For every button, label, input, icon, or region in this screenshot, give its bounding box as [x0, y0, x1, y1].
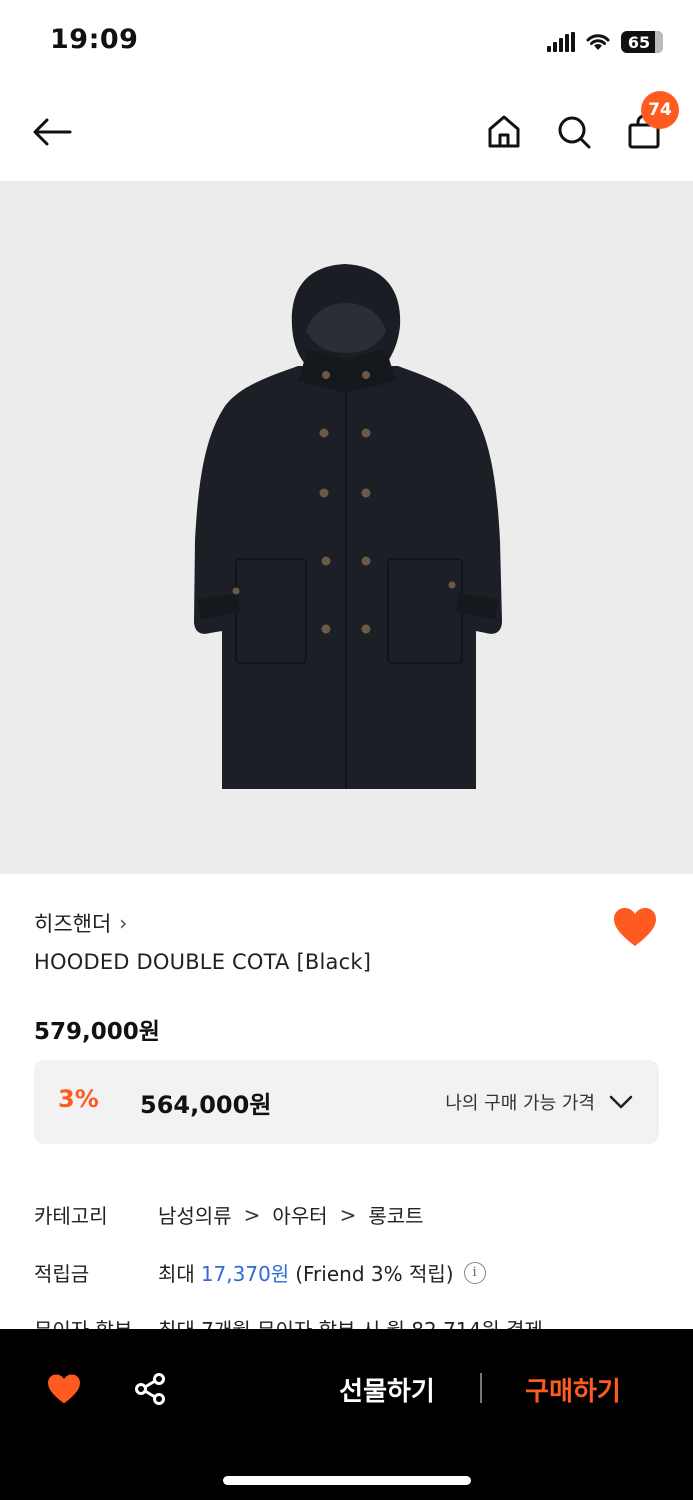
home-button[interactable] [482, 110, 526, 154]
cart-count-badge: 74 [641, 91, 679, 129]
chevron-down-icon [609, 1095, 633, 1109]
points-label: 적립금 [34, 1262, 90, 1286]
battery-icon: 65 [621, 31, 663, 53]
status-bar: 19:09 65 [0, 0, 693, 84]
status-time: 19:09 [50, 24, 139, 55]
points-prefix: 최대 [158, 1262, 195, 1286]
category-separator: > [243, 1202, 261, 1227]
brand-link[interactable]: 히즈핸더 › [34, 908, 127, 938]
discount-rate: 3% [58, 1085, 99, 1113]
points-row: 적립금 최대 17,370원 (Friend 3% 적립) i [34, 1258, 674, 1298]
my-price-label: 나의 구매 가능 가격 [445, 1093, 595, 1114]
top-nav-bar [0, 84, 693, 180]
category-label: 카테고리 [34, 1204, 108, 1228]
coat-image [194, 264, 502, 789]
list-price: 579,000원 [34, 1019, 160, 1045]
brand-name: 히즈핸더 [34, 912, 112, 936]
buy-button[interactable]: 구매하기 [500, 1367, 646, 1411]
bottom-like-button[interactable] [40, 1365, 88, 1413]
share-button[interactable] [126, 1365, 174, 1413]
my-price-dropdown[interactable]: 나의 구매 가능 가격 [445, 1089, 633, 1115]
status-icons: 65 [547, 28, 663, 56]
search-icon [558, 116, 591, 149]
sale-price: 564,000원 [140, 1091, 272, 1119]
battery-level: 65 [627, 32, 651, 52]
like-button[interactable] [612, 906, 660, 950]
home-icon [488, 115, 520, 148]
product-name: HOODED DOUBLE COTA [Black] [34, 950, 372, 974]
category-item-outer[interactable]: 아우터 [272, 1200, 327, 1229]
product-image[interactable] [0, 181, 693, 874]
category-breadcrumb: 남성의류 > 아우터 > 롱코트 [158, 1200, 424, 1229]
points-suffix: (Friend 3% 적립) [295, 1262, 454, 1286]
heart-icon [48, 1374, 80, 1404]
home-indicator[interactable] [223, 1476, 471, 1485]
search-button[interactable] [552, 110, 596, 154]
points-value: 최대 17,370원 (Friend 3% 적립) i [158, 1258, 486, 1287]
back-arrow-icon [33, 118, 72, 146]
category-separator: > [339, 1202, 357, 1227]
wifi-icon [586, 34, 610, 50]
bottom-bar-divider [480, 1373, 482, 1403]
category-item-long-coat[interactable]: 롱코트 [368, 1200, 423, 1229]
category-item-mens-clothing[interactable]: 남성의류 [158, 1200, 232, 1229]
bottom-action-bar: 선물하기 구매하기 [0, 1329, 693, 1500]
info-icon[interactable]: i [463, 1261, 486, 1284]
gift-button[interactable]: 선물하기 [314, 1367, 460, 1411]
cellular-signal-icon [547, 32, 575, 52]
chevron-right-icon: › [119, 911, 128, 935]
heart-icon [614, 908, 656, 946]
points-amount: 17,370원 [200, 1262, 290, 1286]
back-button[interactable] [30, 110, 74, 154]
price-box: 3% 564,000원 나의 구매 가능 가격 [34, 1060, 659, 1144]
share-icon [135, 1373, 165, 1405]
category-row: 카테고리 남성의류 > 아우터 > 롱코트 [34, 1200, 674, 1240]
